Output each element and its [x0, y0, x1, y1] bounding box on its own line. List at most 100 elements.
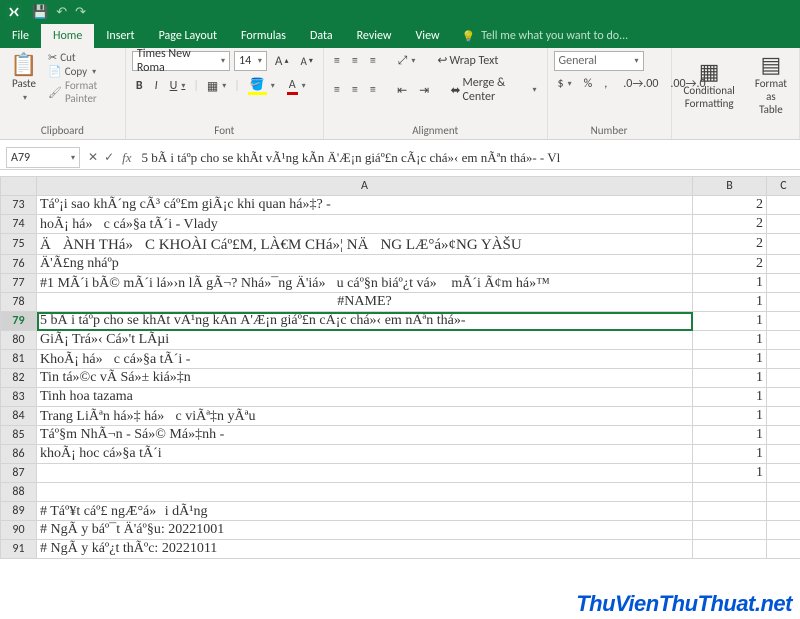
cell[interactable] [767, 407, 800, 426]
number-format-select[interactable]: General▾ [554, 51, 644, 71]
cell[interactable]: Trang LiÃªn há»‡ há»c viÃª‡n yÃªu [37, 407, 693, 426]
comma-format-icon[interactable]: , [600, 75, 611, 93]
cell[interactable] [693, 502, 767, 521]
font-size-select[interactable]: 14▾ [234, 51, 267, 71]
fill-color-button[interactable]: 🪣 [244, 75, 279, 97]
row-header[interactable]: 84 [1, 407, 37, 426]
align-middle-icon[interactable]: ≡ [348, 52, 362, 70]
cell[interactable]: hoÃ¡ há»c cá»§a tÃ´i - Vlady [37, 215, 693, 234]
cell[interactable] [767, 196, 800, 215]
cell[interactable] [767, 312, 800, 331]
font-color-button[interactable]: A [283, 76, 310, 97]
cell[interactable]: 1 [693, 407, 767, 426]
increase-font-icon[interactable]: A▴ [271, 52, 293, 71]
cell[interactable] [767, 215, 800, 234]
cell[interactable]: Táº§m NhÃ¬n - Sá»© Má»‡nh - [37, 426, 693, 445]
row-header[interactable]: 88 [1, 483, 37, 502]
cell[interactable]: 2 [693, 234, 767, 255]
increase-decimal-icon[interactable]: .0→.00 [619, 75, 662, 93]
decrease-indent-icon[interactable]: ⇤ [393, 81, 411, 100]
cell[interactable]: 5 bÃ i táº­p cho se khÃ­t vÃ¹ng kÃ­n Ä'Æ… [37, 312, 693, 331]
align-center-icon[interactable]: ≡ [348, 81, 362, 99]
row-header[interactable]: 77 [1, 274, 37, 293]
cell[interactable]: 1 [693, 369, 767, 388]
cell[interactable]: 1 [693, 293, 767, 312]
cell[interactable] [767, 464, 800, 483]
cell[interactable] [37, 483, 693, 502]
cell[interactable]: Tinh hoa tazama [37, 388, 693, 407]
cell[interactable]: GiÃ¡ Trá»‹ Cá»'t LÃµi [37, 331, 693, 350]
font-name-select[interactable]: Times New Roma▾ [132, 51, 230, 71]
paste-button[interactable]: 📋 Paste [6, 51, 42, 106]
tab-file[interactable]: File [0, 24, 41, 48]
decrease-font-icon[interactable]: A▾ [296, 53, 316, 70]
tab-insert[interactable]: Insert [94, 24, 146, 48]
cell[interactable]: # NgÃ y káº¿t thÃºc: 20221011 [37, 540, 693, 559]
cell[interactable] [767, 369, 800, 388]
cell[interactable] [767, 293, 800, 312]
cell[interactable]: Ä'Ã£ng nháº­p [37, 255, 693, 274]
conditional-formatting-button[interactable]: ▦ ConditionalFormatting [678, 58, 741, 112]
cell[interactable] [767, 234, 800, 255]
accounting-format-icon[interactable]: $ [554, 75, 576, 93]
tab-formulas[interactable]: Formulas [229, 24, 298, 48]
cell[interactable]: 2 [693, 215, 767, 234]
row-header[interactable]: 75 [1, 234, 37, 255]
cell[interactable] [767, 445, 800, 464]
tab-data[interactable]: Data [298, 24, 345, 48]
format-as-table-button[interactable]: ▤ Format asTable [749, 51, 793, 119]
cell[interactable] [693, 521, 767, 540]
cell[interactable]: khoÃ¡ hoc cá»§a tÃ´i [37, 445, 693, 464]
cell[interactable]: ÄÀNH THá»C KHOÀI Cáº£M, LÀ€M CHá»¦ NÄ… [37, 234, 693, 255]
col-header-A[interactable]: A [37, 177, 693, 196]
cut-button[interactable]: ✂ Cut [48, 51, 119, 64]
cell[interactable] [767, 521, 800, 540]
cell[interactable]: 1 [693, 350, 767, 369]
wrap-text-button[interactable]: ↩ Wrap Text [433, 51, 502, 70]
row-header[interactable]: 89 [1, 502, 37, 521]
cell[interactable]: 1 [693, 426, 767, 445]
align-top-icon[interactable]: ≡ [330, 52, 344, 70]
cell[interactable]: 2 [693, 255, 767, 274]
cancel-formula-icon[interactable]: ✕ [88, 150, 98, 165]
col-header-C[interactable]: C [767, 177, 800, 196]
col-header-B[interactable]: B [693, 177, 767, 196]
cell[interactable]: 1 [693, 312, 767, 331]
percent-format-icon[interactable]: % [580, 75, 597, 93]
tab-review[interactable]: Review [345, 24, 404, 48]
row-header[interactable]: 86 [1, 445, 37, 464]
italic-button[interactable]: I [151, 77, 162, 95]
cell[interactable]: 1 [693, 274, 767, 293]
cell[interactable] [37, 464, 693, 483]
row-header[interactable]: 80 [1, 331, 37, 350]
cell[interactable] [767, 540, 800, 559]
cell[interactable]: 1 [693, 445, 767, 464]
tell-me-search[interactable]: Tell me what you want to do... [452, 24, 639, 48]
cell[interactable] [767, 426, 800, 445]
cell[interactable]: 1 [693, 464, 767, 483]
merge-center-button[interactable]: ⬌ Merge & Center [446, 74, 540, 106]
tab-pagelayout[interactable]: Page Layout [147, 24, 229, 48]
align-left-icon[interactable]: ≡ [330, 81, 344, 99]
borders-button[interactable]: ▦ [203, 77, 230, 96]
tab-home[interactable]: Home [41, 24, 94, 48]
cells-grid[interactable]: A B C 73Táº¡i sao khÃ´ng cÃ³ cáº£m giÃ¡c… [0, 176, 800, 559]
save-icon[interactable]: 💾 [32, 5, 48, 20]
fx-icon[interactable]: fx [122, 150, 131, 166]
cell[interactable] [693, 540, 767, 559]
bold-button[interactable]: B [132, 77, 147, 95]
row-header[interactable]: 76 [1, 255, 37, 274]
row-header[interactable]: 73 [1, 196, 37, 215]
cell[interactable]: Táº¡i sao khÃ´ng cÃ³ cáº£m giÃ¡c khi qua… [37, 196, 693, 215]
cell[interactable] [767, 331, 800, 350]
row-header[interactable]: 78 [1, 293, 37, 312]
undo-icon[interactable]: ↶ [56, 5, 67, 20]
row-header[interactable]: 85 [1, 426, 37, 445]
row-header[interactable]: 82 [1, 369, 37, 388]
tab-view[interactable]: View [404, 24, 452, 48]
cell[interactable] [767, 502, 800, 521]
cell[interactable]: # Táº¥t cáº£ ngÆ°á»i dÃ¹ng [37, 502, 693, 521]
cell[interactable] [767, 255, 800, 274]
underline-button[interactable]: U [166, 77, 190, 95]
cell[interactable]: #NAME? [37, 293, 693, 312]
